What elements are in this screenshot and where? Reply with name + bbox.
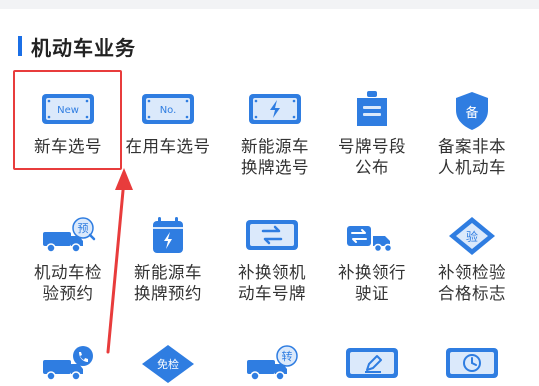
tile-label: 新车选号 bbox=[34, 137, 102, 156]
tile-ev-plate-booking[interactable]: 新能源车 换牌预约 bbox=[118, 214, 218, 304]
truck-phone-icon bbox=[43, 346, 93, 381]
new-plate-icon: New bbox=[42, 94, 94, 124]
license-swap-icon bbox=[347, 226, 393, 253]
tile-label: 机动车检 验预约 bbox=[34, 263, 102, 303]
tile-ev-plate-select[interactable]: 新能源车 换牌选号 bbox=[225, 88, 325, 178]
tile-label: 号牌号段 公布 bbox=[338, 137, 406, 177]
tile-label: 新能源车 换牌预约 bbox=[134, 263, 202, 303]
svg-text:转: 转 bbox=[282, 349, 293, 363]
tile-label: 补领检验 合格标志 bbox=[438, 263, 506, 303]
svg-text:预: 预 bbox=[78, 222, 89, 235]
exempt-inspect-icon: 免检 bbox=[142, 345, 194, 383]
tile-replace-license[interactable]: 补换领行 驶证 bbox=[322, 214, 422, 304]
tile-row3-5[interactable] bbox=[422, 342, 522, 386]
plate-swap-icon bbox=[246, 220, 298, 250]
svg-text:New: New bbox=[57, 105, 79, 116]
plate-no-icon: No. bbox=[142, 94, 194, 124]
service-grid: New 新车选号 No. 在用车选号 新能源车 换牌选号 号牌号段 公布 备 备… bbox=[0, 0, 539, 386]
tile-register-non-owner[interactable]: 备 备案非本 人机动车 bbox=[422, 88, 522, 178]
tile-row3-3[interactable]: 转 bbox=[222, 342, 322, 386]
tile-new-car-plate[interactable]: New 新车选号 bbox=[18, 88, 118, 168]
tile-label: 补换领机 动车号牌 bbox=[238, 263, 306, 303]
svg-text:免检: 免检 bbox=[157, 357, 179, 371]
tile-label: 在用车选号 bbox=[125, 137, 211, 156]
tile-replace-plate[interactable]: 补换领机 动车号牌 bbox=[222, 214, 322, 304]
tile-plate-announce[interactable]: 号牌号段 公布 bbox=[322, 88, 422, 178]
ev-plate-icon bbox=[249, 94, 301, 124]
diamond-inspect-icon: 验 bbox=[449, 217, 495, 255]
svg-text:验: 验 bbox=[466, 229, 478, 244]
calendar-ev-icon bbox=[153, 217, 183, 253]
tile-row3-2[interactable]: 免检 bbox=[118, 342, 218, 386]
tile-inspection-booking[interactable]: 预 机动车检 验预约 bbox=[18, 214, 118, 304]
shield-register-icon: 备 bbox=[456, 92, 488, 130]
edit-card-icon bbox=[346, 348, 398, 378]
tile-label: 新能源车 换牌选号 bbox=[241, 137, 309, 177]
truck-transfer-icon: 转 bbox=[247, 345, 298, 381]
tile-reissue-inspection-mark[interactable]: 验 补领检验 合格标志 bbox=[422, 214, 522, 304]
tile-row3-1[interactable] bbox=[18, 342, 118, 386]
tile-row3-4[interactable] bbox=[322, 342, 422, 386]
tile-label: 备案非本 人机动车 bbox=[438, 137, 506, 177]
tile-used-car-plate[interactable]: No. 在用车选号 bbox=[118, 88, 218, 168]
clock-card-icon bbox=[446, 348, 498, 378]
plate-announce-icon bbox=[357, 91, 387, 126]
truck-inspect-icon: 预 bbox=[43, 217, 96, 253]
svg-text:No.: No. bbox=[160, 105, 177, 116]
tile-label: 补换领行 驶证 bbox=[338, 263, 406, 303]
svg-text:备: 备 bbox=[465, 105, 478, 121]
